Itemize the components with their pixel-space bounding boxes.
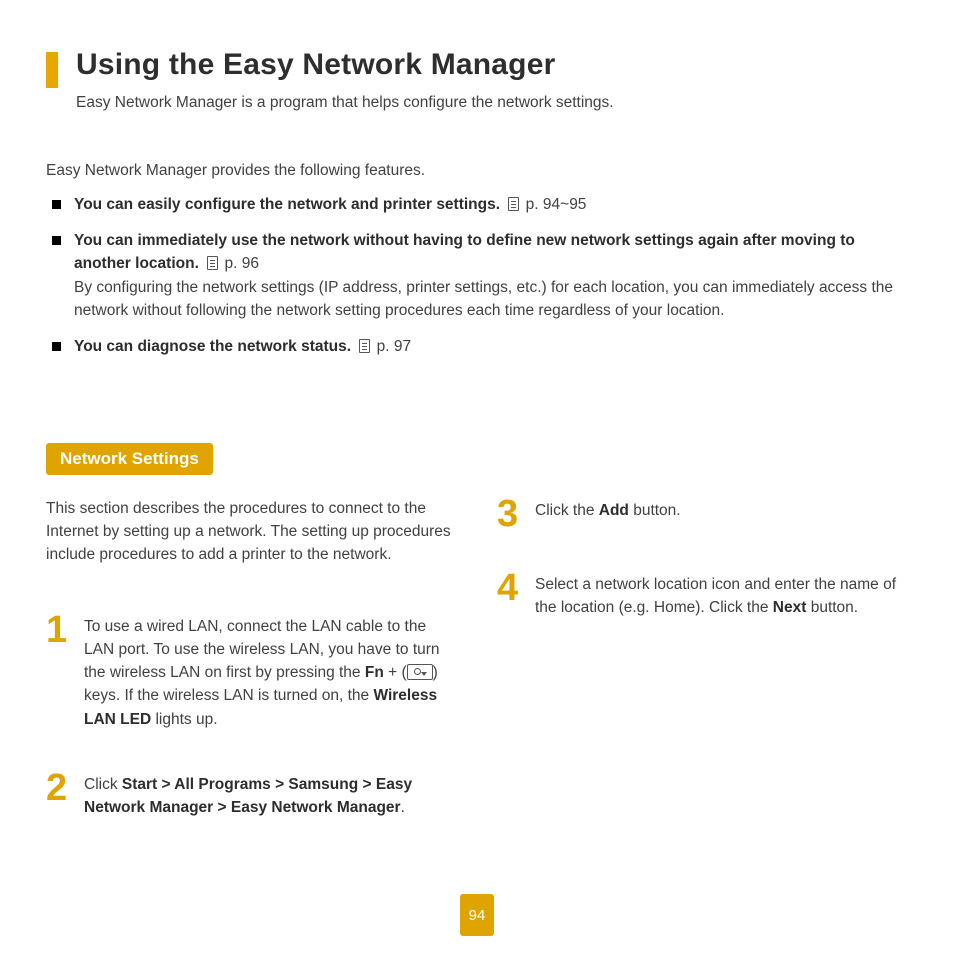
feature-ref: p. 96 [220, 255, 259, 272]
step-body: Click the Add button. [535, 497, 908, 522]
step-number: 4 [497, 571, 525, 605]
step-number: 1 [46, 613, 74, 647]
step-body: Click Start > All Programs > Samsung > E… [84, 771, 457, 820]
key-fn: Fn [365, 664, 384, 681]
feature-bold: You can diagnose the network status. [74, 338, 351, 355]
right-column: 3 Click the Add button. 4 Select a netwo… [497, 497, 908, 860]
features-intro: Easy Network Manager provides the follow… [46, 162, 908, 180]
header-accent-bar [46, 52, 58, 88]
page-title: Using the Easy Network Manager [76, 48, 555, 82]
step-3: 3 Click the Add button. [497, 497, 908, 531]
step-2: 2 Click Start > All Programs > Samsung >… [46, 771, 457, 820]
step-text: Click [84, 776, 122, 793]
add-button-label: Add [599, 502, 629, 519]
page-ref-icon [508, 197, 519, 211]
feature-item: You can easily configure the network and… [46, 194, 908, 216]
feature-bold: You can easily configure the network and… [74, 196, 500, 213]
section-intro-text: This section describes the procedures to… [46, 497, 456, 567]
step-body: To use a wired LAN, connect the LAN cabl… [84, 613, 457, 731]
menu-path: Start > All Programs > Samsung > Easy Ne… [84, 776, 412, 816]
section-heading-network-settings: Network Settings [46, 443, 213, 475]
feature-ref: p. 94~95 [521, 196, 586, 213]
step-text: button. [806, 599, 858, 616]
next-button-label: Next [773, 599, 807, 616]
step-number: 2 [46, 771, 74, 805]
step-text: lights up. [151, 711, 217, 728]
step-number: 3 [497, 497, 525, 531]
step-text: Click the [535, 502, 599, 519]
features-list: You can easily configure the network and… [46, 194, 908, 359]
two-column-layout: This section describes the procedures to… [46, 497, 908, 860]
step-text: button. [629, 502, 681, 519]
step-text: + ( [384, 664, 407, 681]
feature-bold: You can immediately use the network with… [74, 232, 855, 271]
step-text: . [401, 799, 405, 816]
page-ref-icon [207, 256, 218, 270]
left-column: This section describes the procedures to… [46, 497, 457, 860]
wireless-key-icon [407, 664, 433, 680]
page-number-badge: 94 [460, 894, 494, 936]
step-body: Select a network location icon and enter… [535, 571, 908, 620]
feature-item: You can immediately use the network with… [46, 230, 908, 322]
page-ref-icon [359, 339, 370, 353]
page-subtitle: Easy Network Manager is a program that h… [76, 94, 908, 112]
page-header: Using the Easy Network Manager [46, 48, 908, 88]
step-4: 4 Select a network location icon and ent… [497, 571, 908, 620]
step-1: 1 To use a wired LAN, connect the LAN ca… [46, 613, 457, 731]
feature-description: By configuring the network settings (IP … [74, 277, 908, 322]
feature-item: You can diagnose the network status. p. … [46, 336, 908, 358]
feature-ref: p. 97 [372, 338, 411, 355]
